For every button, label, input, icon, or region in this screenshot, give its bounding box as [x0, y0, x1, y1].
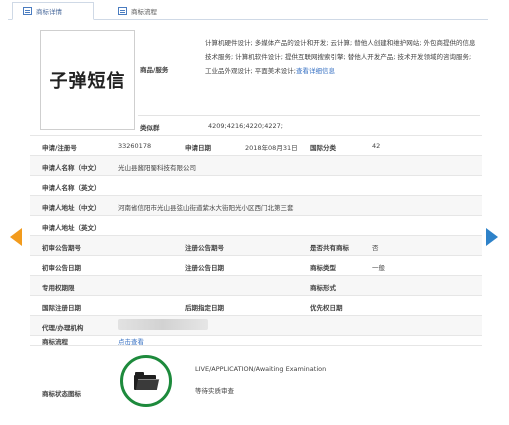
tab-label: 商标详情	[36, 8, 62, 16]
status-row: 商标状态图标 LIVE/APPLICATION/Awaiting Examina…	[30, 345, 482, 418]
info-row: 初审公告期号 注册公告期号 是否共有商标 否	[30, 235, 482, 255]
info-row: 专用权期限 商标形式	[30, 275, 482, 295]
info-row: 申请人名称（中文） 光山县酱阳蜀科技有限公司	[30, 155, 482, 175]
tab-trademark-flow[interactable]: 商标流程	[108, 2, 188, 20]
tm-form-label: 商标形式	[310, 284, 336, 292]
priority-date-label: 优先权日期	[310, 304, 343, 312]
status-badge	[120, 355, 172, 407]
goods-label: 商品/服务	[140, 66, 169, 74]
status-text-cn: 等待实质审查	[195, 387, 234, 395]
shared-label: 是否共有商标	[310, 244, 349, 252]
goods-services-list: 计算机硬件设计; 多媒体产品的设计和开发; 云计算; 替他人创建和维护网站; 外…	[205, 39, 476, 75]
tab-bar: 商标详情 商标流程	[8, 2, 488, 20]
tm-type-value: 一般	[372, 264, 385, 272]
tab-trademark-detail[interactable]: 商标详情	[12, 2, 94, 20]
exclusive-label: 专用权期限	[42, 284, 75, 292]
reg-no-label: 申请/注册号	[42, 144, 77, 152]
info-row: 初审公告日期 注册公告日期 商标类型 一般	[30, 255, 482, 275]
similar-group-value: 4209;4216;4220;4227;	[208, 122, 283, 130]
intl-class-label: 国际分类	[310, 144, 336, 152]
applicant-en-label: 申请人名称（英文）	[42, 184, 101, 192]
goods-services-text: 计算机硬件设计; 多媒体产品的设计和开发; 云计算; 替他人创建和维护网站; 外…	[205, 36, 477, 78]
applicant-cn-label: 申请人名称（中文）	[42, 164, 101, 172]
folder-icon	[134, 372, 160, 390]
trademark-logo: 子弹短信	[40, 30, 135, 130]
similar-group-label: 类似群	[140, 124, 160, 132]
apply-date-value: 2018年08月31日	[245, 144, 298, 152]
prelim-date-label: 初审公告日期	[42, 264, 81, 272]
info-row: 申请人名称（英文）	[30, 175, 482, 195]
later-date-label: 后期指定日期	[185, 304, 224, 312]
info-row: 申请人地址（中文） 河南省信阳市光山县弦山街道紫水大街阳光小区西门北第三套	[30, 195, 482, 215]
address-en-label: 申请人地址（英文）	[42, 224, 101, 232]
applicant-cn-value: 光山县酱阳蜀科技有限公司	[118, 164, 196, 172]
status-label: 商标状态图标	[42, 390, 81, 398]
address-cn-label: 申请人地址（中文）	[42, 204, 101, 212]
info-row: 申请/注册号 33260178 申请日期 2018年08月31日 国际分类 42	[30, 135, 482, 155]
reg-no-value: 33260178	[118, 142, 152, 150]
info-row: 商标流程 点击查看	[30, 335, 482, 346]
reg-pub-no-label: 注册公告期号	[185, 244, 224, 252]
tm-type-label: 商标类型	[310, 264, 336, 272]
arrow-left-icon[interactable]	[10, 228, 22, 246]
view-details-link[interactable]: 查看详细信息	[296, 67, 335, 75]
status-text-en: LIVE/APPLICATION/Awaiting Examination	[195, 365, 327, 373]
apply-date-label: 申请日期	[185, 144, 211, 152]
trademark-detail-panel: 子弹短信 商品/服务 计算机硬件设计; 多媒体产品的设计和开发; 云计算; 替他…	[30, 22, 482, 418]
divider	[138, 115, 480, 116]
intl-class-value: 42	[372, 142, 381, 150]
list-icon	[23, 7, 32, 15]
intl-reg-date-label: 国际注册日期	[42, 304, 81, 312]
agent-label: 代理/办理机构	[42, 324, 84, 332]
tab-label: 商标流程	[131, 8, 157, 16]
info-row: 国际注册日期 后期指定日期 优先权日期	[30, 295, 482, 315]
info-row: 代理/办理机构	[30, 315, 482, 335]
arrow-right-icon[interactable]	[486, 228, 498, 246]
shared-value: 否	[372, 244, 379, 252]
info-row: 申请人地址（英文）	[30, 215, 482, 235]
grid-icon	[118, 7, 127, 15]
reg-pub-date-label: 注册公告日期	[185, 264, 224, 272]
prelim-no-label: 初审公告期号	[42, 244, 81, 252]
address-cn-value: 河南省信阳市光山县弦山街道紫水大街阳光小区西门北第三套	[118, 204, 294, 212]
agent-value-redacted	[118, 319, 208, 330]
